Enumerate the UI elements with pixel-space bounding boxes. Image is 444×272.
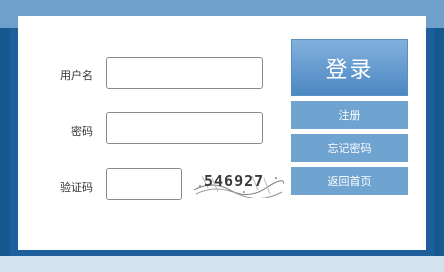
captcha-input[interactable] [106, 168, 182, 200]
forgot-password-button[interactable]: 忘记密码 [291, 134, 408, 162]
captcha-text: 546927 [204, 172, 264, 190]
username-label: 用户名 [60, 69, 93, 82]
right-frame [434, 28, 444, 256]
register-button[interactable]: 注册 [291, 101, 408, 129]
bottom-strip [0, 256, 444, 272]
captcha-image[interactable]: 546927 [192, 168, 285, 199]
left-frame [0, 28, 10, 256]
captcha-label: 验证码 [60, 181, 93, 194]
password-input[interactable] [106, 112, 263, 144]
username-input[interactable] [106, 57, 263, 89]
back-home-button[interactable]: 返回首页 [291, 167, 408, 195]
captcha-noise-graphic: 546927 [193, 172, 285, 199]
password-label: 密码 [71, 125, 93, 138]
login-button[interactable]: 登录 [291, 39, 408, 96]
